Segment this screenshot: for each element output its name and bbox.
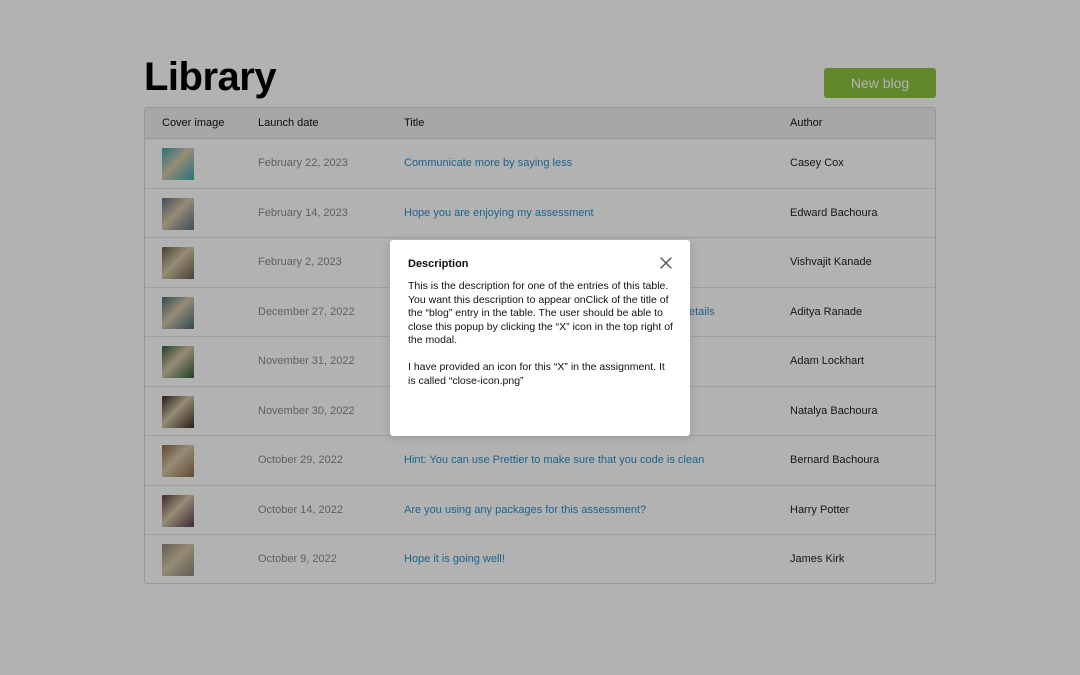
- close-icon[interactable]: [658, 255, 674, 271]
- description-modal: Description This is the description for …: [390, 240, 690, 436]
- modal-body: This is the description for one of the e…: [408, 280, 674, 402]
- modal-paragraph: I have provided an icon for this “X” in …: [408, 361, 665, 387]
- modal-title: Description: [408, 258, 469, 270]
- modal-paragraph: This is the description for one of the e…: [408, 280, 673, 346]
